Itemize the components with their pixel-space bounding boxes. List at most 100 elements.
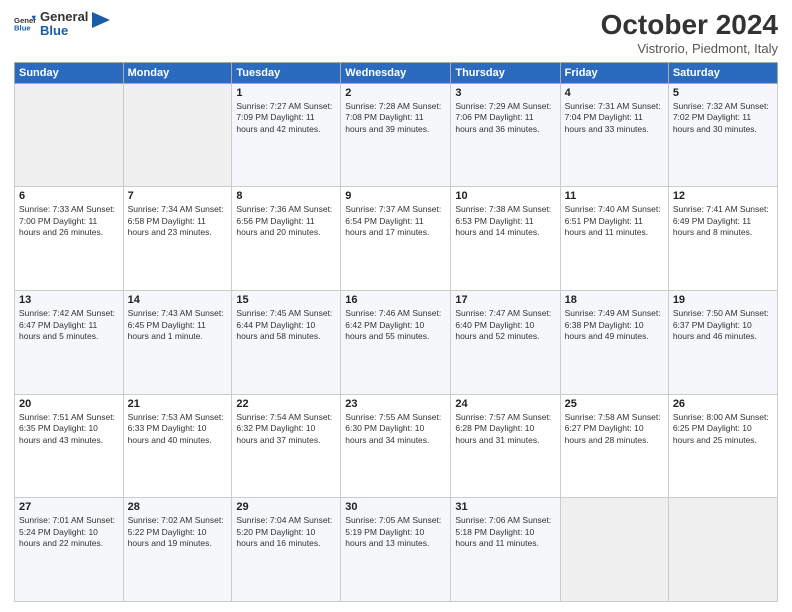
day-number: 1 [236,87,336,99]
day-number: 9 [345,190,446,202]
day-number: 6 [19,190,119,202]
day-info: Sunrise: 7:31 AM Sunset: 7:04 PM Dayligh… [565,101,664,135]
calendar-cell: 1 Sunrise: 7:27 AM Sunset: 7:09 PM Daylig… [232,83,341,187]
day-number: 25 [565,398,664,410]
day-info: Sunrise: 8:00 AM Sunset: 6:25 PM Dayligh… [673,412,773,446]
day-number: 7 [128,190,228,202]
day-number: 27 [19,501,119,513]
header: General Blue General Blue October 2024 V… [14,10,778,56]
day-info: Sunrise: 7:04 AM Sunset: 5:20 PM Dayligh… [236,515,336,549]
page: General Blue General Blue October 2024 V… [0,0,792,612]
day-info: Sunrise: 7:42 AM Sunset: 6:47 PM Dayligh… [19,308,119,342]
calendar-cell [15,83,124,187]
day-info: Sunrise: 7:41 AM Sunset: 6:49 PM Dayligh… [673,204,773,238]
col-friday: Friday [560,62,668,83]
day-number: 26 [673,398,773,410]
col-tuesday: Tuesday [232,62,341,83]
calendar-cell: 14 Sunrise: 7:43 AM Sunset: 6:45 PM Dayli… [123,291,232,395]
day-info: Sunrise: 7:38 AM Sunset: 6:53 PM Dayligh… [455,204,555,238]
calendar-cell: 31 Sunrise: 7:06 AM Sunset: 5:18 PM Dayli… [451,498,560,602]
day-info: Sunrise: 7:47 AM Sunset: 6:40 PM Dayligh… [455,308,555,342]
day-info: Sunrise: 7:37 AM Sunset: 6:54 PM Dayligh… [345,204,446,238]
day-number: 10 [455,190,555,202]
day-info: Sunrise: 7:49 AM Sunset: 6:38 PM Dayligh… [565,308,664,342]
calendar-cell: 5 Sunrise: 7:32 AM Sunset: 7:02 PM Daylig… [668,83,777,187]
col-monday: Monday [123,62,232,83]
day-number: 18 [565,294,664,306]
calendar-cell: 29Sunrise: 7:04 AM Sunset: 5:20 PM Dayli… [232,498,341,602]
calendar-cell: 15 Sunrise: 7:45 AM Sunset: 6:44 PM Dayli… [232,291,341,395]
day-info: Sunrise: 7:02 AM Sunset: 5:22 PM Dayligh… [128,515,228,549]
main-title: October 2024 [601,10,778,41]
calendar-cell: 3Sunrise: 7:29 AM Sunset: 7:06 PM Daylig… [451,83,560,187]
calendar-cell: 20Sunrise: 7:51 AM Sunset: 6:35 PM Dayli… [15,394,124,498]
calendar-cell: 4 Sunrise: 7:31 AM Sunset: 7:04 PM Daylig… [560,83,668,187]
day-number: 15 [236,294,336,306]
day-info: Sunrise: 7:06 AM Sunset: 5:18 PM Dayligh… [455,515,555,549]
calendar-cell [668,498,777,602]
calendar-cell: 30Sunrise: 7:05 AM Sunset: 5:19 PM Dayli… [341,498,451,602]
calendar-cell: 18 Sunrise: 7:49 AM Sunset: 6:38 PM Dayli… [560,291,668,395]
day-number: 19 [673,294,773,306]
logo-blue: Blue [40,24,88,38]
day-number: 23 [345,398,446,410]
calendar-cell: 6 Sunrise: 7:33 AM Sunset: 7:00 PM Daylig… [15,187,124,291]
day-number: 31 [455,501,555,513]
calendar-cell: 27Sunrise: 7:01 AM Sunset: 5:24 PM Dayli… [15,498,124,602]
day-number: 30 [345,501,446,513]
calendar-cell [560,498,668,602]
day-number: 2 [345,87,446,99]
col-saturday: Saturday [668,62,777,83]
day-info: Sunrise: 7:54 AM Sunset: 6:32 PM Dayligh… [236,412,336,446]
day-info: Sunrise: 7:36 AM Sunset: 6:56 PM Dayligh… [236,204,336,238]
calendar-cell: 11 Sunrise: 7:40 AM Sunset: 6:51 PM Dayli… [560,187,668,291]
calendar-cell: 26 Sunrise: 8:00 AM Sunset: 6:25 PM Dayli… [668,394,777,498]
day-number: 21 [128,398,228,410]
calendar-cell: 2 Sunrise: 7:28 AM Sunset: 7:08 PM Daylig… [341,83,451,187]
day-number: 16 [345,294,446,306]
day-info: Sunrise: 7:40 AM Sunset: 6:51 PM Dayligh… [565,204,664,238]
calendar-cell: 16Sunrise: 7:46 AM Sunset: 6:42 PM Dayli… [341,291,451,395]
day-number: 22 [236,398,336,410]
day-info: Sunrise: 7:53 AM Sunset: 6:33 PM Dayligh… [128,412,228,446]
day-number: 8 [236,190,336,202]
day-number: 24 [455,398,555,410]
day-number: 12 [673,190,773,202]
day-number: 20 [19,398,119,410]
day-info: Sunrise: 7:32 AM Sunset: 7:02 PM Dayligh… [673,101,773,135]
day-info: Sunrise: 7:27 AM Sunset: 7:09 PM Dayligh… [236,101,336,135]
day-number: 4 [565,87,664,99]
logo: General Blue General Blue [14,10,110,39]
day-info: Sunrise: 7:50 AM Sunset: 6:37 PM Dayligh… [673,308,773,342]
day-number: 11 [565,190,664,202]
day-number: 5 [673,87,773,99]
calendar-cell: 8 Sunrise: 7:36 AM Sunset: 6:56 PM Daylig… [232,187,341,291]
calendar-cell: 19 Sunrise: 7:50 AM Sunset: 6:37 PM Dayli… [668,291,777,395]
day-info: Sunrise: 7:33 AM Sunset: 7:00 PM Dayligh… [19,204,119,238]
day-number: 3 [455,87,555,99]
day-info: Sunrise: 7:45 AM Sunset: 6:44 PM Dayligh… [236,308,336,342]
day-number: 17 [455,294,555,306]
calendar-cell: 24Sunrise: 7:57 AM Sunset: 6:28 PM Dayli… [451,394,560,498]
day-info: Sunrise: 7:58 AM Sunset: 6:27 PM Dayligh… [565,412,664,446]
title-block: October 2024 Vistrorio, Piedmont, Italy [601,10,778,56]
col-thursday: Thursday [451,62,560,83]
calendar-cell: 17 Sunrise: 7:47 AM Sunset: 6:40 PM Dayli… [451,291,560,395]
logo-flag-icon [92,12,110,36]
calendar-cell: 7Sunrise: 7:34 AM Sunset: 6:58 PM Daylig… [123,187,232,291]
calendar-cell: 12 Sunrise: 7:41 AM Sunset: 6:49 PM Dayli… [668,187,777,291]
calendar-cell: 25 Sunrise: 7:58 AM Sunset: 6:27 PM Dayli… [560,394,668,498]
calendar-cell: 13 Sunrise: 7:42 AM Sunset: 6:47 PM Dayli… [15,291,124,395]
logo-icon: General Blue [14,13,36,35]
day-number: 14 [128,294,228,306]
calendar-cell: 9 Sunrise: 7:37 AM Sunset: 6:54 PM Daylig… [341,187,451,291]
subtitle: Vistrorio, Piedmont, Italy [601,41,778,56]
calendar-cell: 10 Sunrise: 7:38 AM Sunset: 6:53 PM Dayli… [451,187,560,291]
day-info: Sunrise: 7:43 AM Sunset: 6:45 PM Dayligh… [128,308,228,342]
day-info: Sunrise: 7:55 AM Sunset: 6:30 PM Dayligh… [345,412,446,446]
svg-text:Blue: Blue [14,24,31,33]
day-number: 28 [128,501,228,513]
day-number: 13 [19,294,119,306]
col-wednesday: Wednesday [341,62,451,83]
day-info: Sunrise: 7:28 AM Sunset: 7:08 PM Dayligh… [345,101,446,135]
